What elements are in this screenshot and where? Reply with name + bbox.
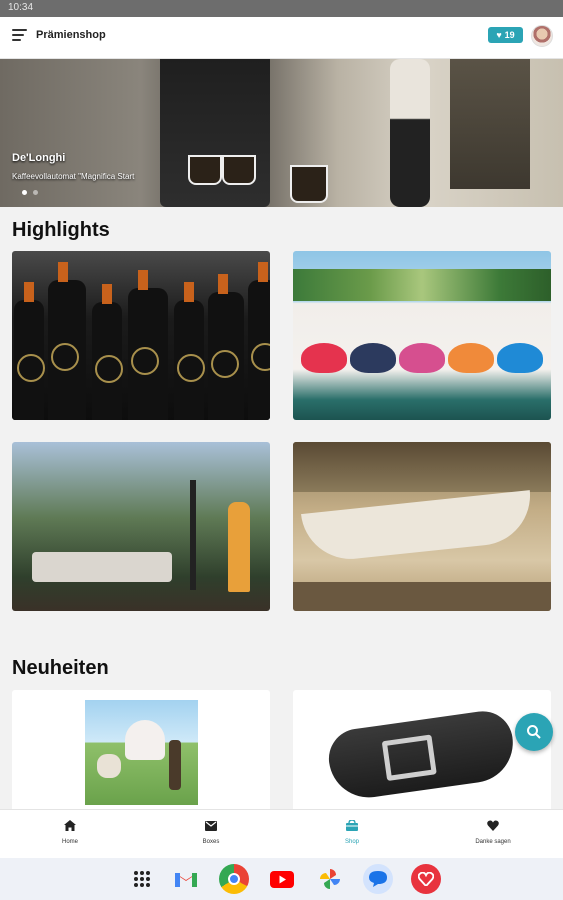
person-image <box>390 59 430 207</box>
nav-label: Danke sagen <box>475 839 511 845</box>
points-badge[interactable]: ♥ 19 <box>488 27 523 43</box>
menu-icon[interactable] <box>12 29 28 43</box>
highlight-card-beanbags[interactable] <box>293 251 551 420</box>
nav-item-boxes[interactable]: Boxes <box>161 818 261 845</box>
highlight-card-wine[interactable] <box>12 251 270 420</box>
nav-item-danke-sagen[interactable]: Danke sagen <box>443 818 543 845</box>
heart-icon: ♥ <box>496 30 502 40</box>
heart-icon <box>487 820 499 831</box>
points-count: 19 <box>504 30 515 40</box>
hammock-fabric-image <box>301 490 535 564</box>
carousel-dot[interactable] <box>22 190 27 195</box>
trees-image <box>293 269 551 301</box>
system-dock <box>0 858 563 900</box>
person-image <box>228 502 250 592</box>
nav-item-home[interactable]: Home <box>20 818 120 845</box>
status-bar: 10:34 <box>0 0 563 17</box>
highlights-title: Highlights <box>12 219 110 241</box>
coffee-cup-image <box>290 165 328 203</box>
search-icon <box>527 725 541 739</box>
app-bar: Prämienshop ♥ 19 <box>0 17 563 59</box>
patio-heater-image <box>190 480 196 590</box>
bottom-navigation: Home Boxes Shop Danke sagen <box>0 809 563 858</box>
carousel-dot[interactable] <box>33 190 38 195</box>
playmobil-horses-image <box>85 700 198 805</box>
search-button[interactable] <box>515 713 553 751</box>
messages-icon[interactable] <box>363 864 393 894</box>
carousel-indicator <box>22 190 38 195</box>
hero-banner[interactable] <box>0 59 563 207</box>
hero-title: De'Longhi <box>12 152 66 164</box>
home-icon <box>64 820 76 831</box>
inbox-icon <box>205 821 217 831</box>
gmail-icon[interactable] <box>172 865 200 893</box>
wooden-deck-image <box>293 582 551 611</box>
coffee-cup-image <box>222 155 256 185</box>
heart-app-icon[interactable] <box>411 864 441 894</box>
nav-label: Boxes <box>202 839 220 845</box>
neuheiten-title: Neuheiten <box>12 657 109 679</box>
wooden-fence-image <box>293 442 551 492</box>
lounge-sofa-image <box>32 552 172 582</box>
highlight-card-hammock[interactable] <box>293 442 551 611</box>
hero-subtitle: Kaffeevollautomat "Magnifica Start <box>12 172 135 181</box>
leather-belt-image <box>325 707 518 803</box>
coffee-cup-image <box>188 155 222 185</box>
new-item-card-playmobil[interactable] <box>12 690 270 810</box>
new-item-card-belt[interactable] <box>293 690 551 810</box>
nav-label: Home <box>61 839 78 845</box>
highlight-card-garden-party[interactable] <box>12 442 270 611</box>
status-time: 10:34 <box>8 2 34 13</box>
page-title: Prämienshop <box>36 29 106 41</box>
kitchen-shelf-image <box>450 59 530 189</box>
shop-icon <box>346 819 358 831</box>
nav-item-shop[interactable]: Shop <box>302 818 402 845</box>
nav-label: Shop <box>344 839 359 845</box>
photos-icon[interactable] <box>316 865 344 893</box>
youtube-icon[interactable] <box>268 865 296 893</box>
avatar[interactable] <box>531 25 553 47</box>
chrome-icon[interactable] <box>219 864 249 894</box>
apps-grid-icon[interactable] <box>128 865 156 893</box>
